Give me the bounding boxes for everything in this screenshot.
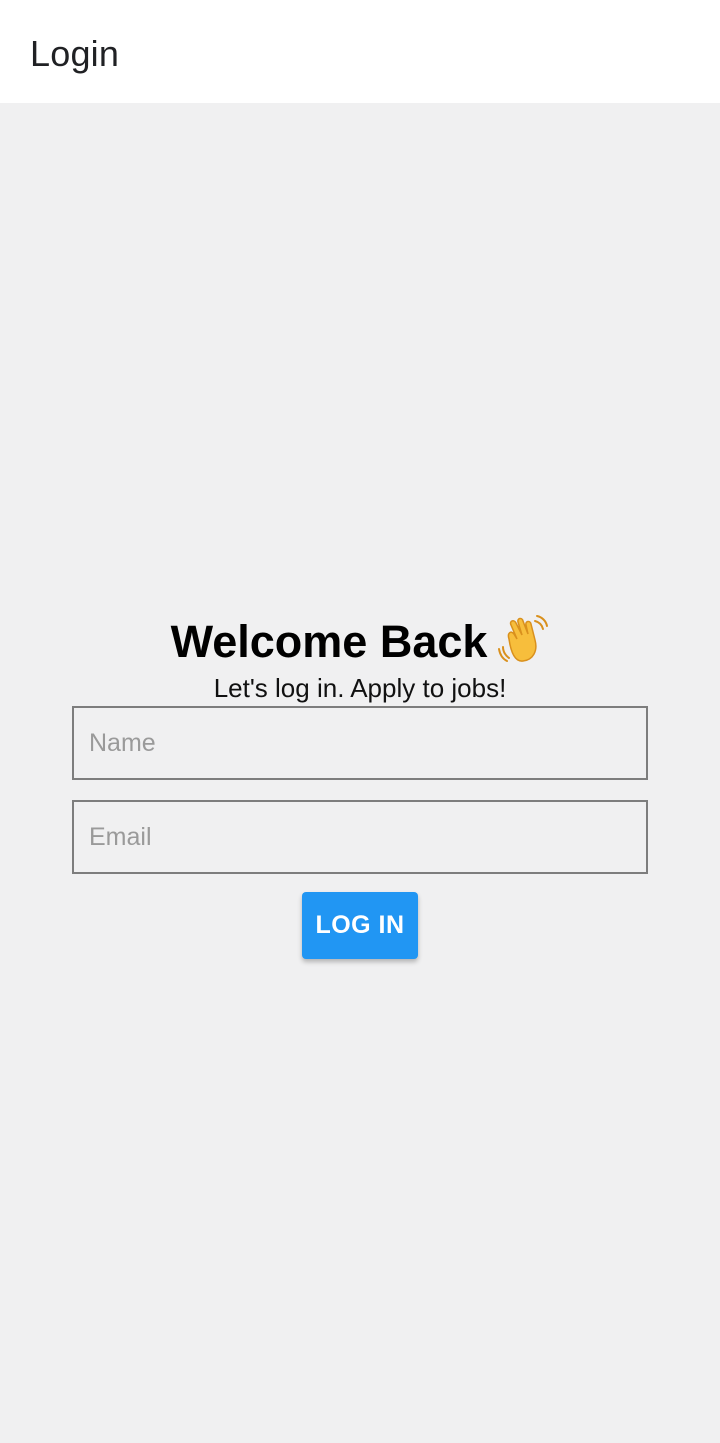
email-field[interactable]: [72, 800, 648, 874]
page-title: Login: [30, 33, 120, 74]
welcome-heading-text: Welcome Back: [170, 616, 488, 667]
waving-hand-icon: [497, 613, 549, 665]
welcome-subheading: Let's log in. Apply to jobs!: [213, 673, 507, 703]
app-bar: Login: [0, 0, 720, 103]
name-field[interactable]: [72, 706, 648, 780]
login-button[interactable]: LOG IN: [302, 892, 418, 959]
login-screen: Welcome Back Let's log in. Apply to jobs…: [0, 103, 720, 1443]
welcome-heading: Welcome Back: [0, 613, 720, 670]
